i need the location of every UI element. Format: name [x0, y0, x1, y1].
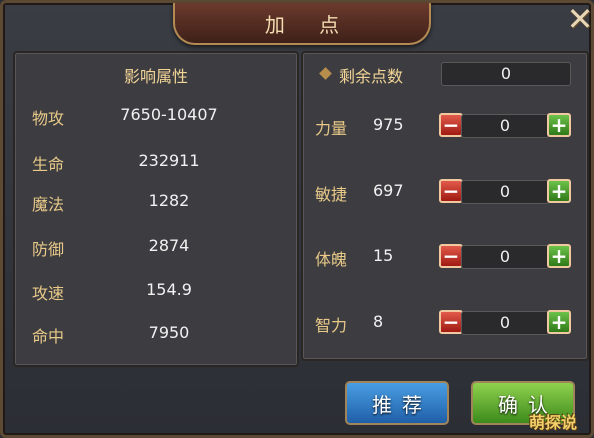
diamond-icon — [319, 67, 332, 80]
dialog-title: 加 点 — [264, 12, 354, 37]
attribute-row-defense: 防御 2874 — [15, 236, 297, 260]
attribute-label: 生命 — [32, 155, 65, 174]
stat-label-intelligence: 智力 — [315, 316, 348, 335]
attribute-row-hp: 生命 232911 — [15, 151, 297, 175]
recommend-button[interactable]: 推荐 — [345, 381, 449, 425]
increase-intelligence-button[interactable]: + — [547, 310, 571, 334]
decrease-constitution-button[interactable]: − — [439, 244, 463, 268]
attribute-value: 1282 — [148, 191, 190, 210]
stat-value-strength: 975 — [373, 115, 404, 134]
attribute-row-hit: 命中 7950 — [15, 323, 297, 347]
attribute-row-physical-attack: 物攻 7650-10407 — [15, 105, 297, 129]
decrease-intelligence-button[interactable]: − — [439, 310, 463, 334]
attribute-value: 2874 — [148, 236, 190, 255]
attributes-panel: 影响属性 物攻 7650-10407 生命 232911 魔法 1282 防御 … — [13, 51, 299, 367]
stat-label-constitution: 体魄 — [315, 250, 348, 269]
attribute-row-mana: 魔法 1282 — [15, 191, 297, 215]
strength-added-field[interactable]: 0 — [461, 114, 549, 138]
close-icon[interactable]: ✕ — [563, 0, 594, 38]
intelligence-added-field[interactable]: 0 — [461, 311, 549, 335]
attribute-label: 命中 — [32, 327, 65, 346]
attribute-value: 7650-10407 — [120, 105, 218, 124]
increase-agility-button[interactable]: + — [547, 179, 571, 203]
attribute-value: 7950 — [148, 323, 190, 342]
stat-label-strength: 力量 — [315, 119, 348, 138]
attribute-label: 物攻 — [32, 109, 65, 128]
attribute-label: 魔法 — [32, 195, 65, 214]
decrease-agility-button[interactable]: − — [439, 179, 463, 203]
agility-added-field[interactable]: 0 — [461, 180, 549, 204]
title-plate: 加 点 — [173, 3, 431, 45]
decrease-strength-button[interactable]: − — [439, 113, 463, 137]
attribute-label: 攻速 — [32, 284, 65, 303]
attributes-header: 影响属性 — [123, 67, 188, 86]
constitution-added-field[interactable]: 0 — [461, 245, 549, 269]
watermark-text: 萌探说 — [529, 413, 578, 432]
remaining-points-value: 0 — [441, 62, 571, 86]
attribute-row-attack-speed: 攻速 154.9 — [15, 280, 297, 304]
attribute-value: 154.9 — [146, 280, 192, 299]
remaining-points-label: 剩余点数 — [339, 67, 404, 86]
attribute-label: 防御 — [32, 240, 65, 259]
add-points-dialog: 加 点 ✕ 影响属性 物攻 7650-10407 生命 232911 魔法 12… — [0, 0, 594, 438]
stat-value-intelligence: 8 — [373, 312, 384, 331]
stat-label-agility: 敏捷 — [315, 185, 348, 204]
increase-constitution-button[interactable]: + — [547, 244, 571, 268]
stat-value-constitution: 15 — [373, 246, 394, 265]
stat-value-agility: 697 — [373, 181, 404, 200]
increase-strength-button[interactable]: + — [547, 113, 571, 137]
attribute-value: 232911 — [138, 151, 200, 170]
allocation-panel: 剩余点数 0 力量 975 − 0 + 敏捷 697 − 0 + 体魄 15 −… — [301, 51, 589, 361]
